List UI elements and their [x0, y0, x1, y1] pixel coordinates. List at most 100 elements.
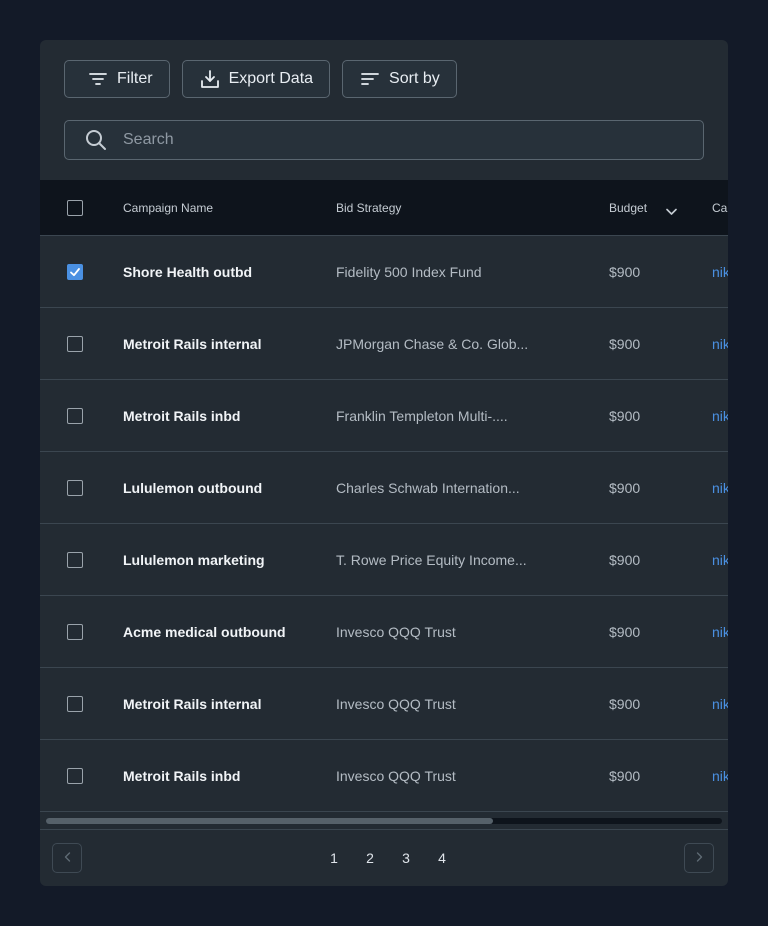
cell-campaign-link[interactable]: nik — [712, 236, 728, 308]
export-data-button[interactable]: Export Data — [181, 60, 331, 98]
pagination-divider — [40, 829, 728, 830]
row-checkbox[interactable] — [67, 336, 83, 352]
cell-campaign-link-text: nik — [712, 480, 728, 496]
column-header-bid-strategy[interactable]: Bid Strategy — [336, 180, 401, 236]
cell-bid-strategy: Invesco QQQ Trust — [336, 740, 546, 812]
sort-by-button[interactable]: Sort by — [342, 60, 457, 98]
cell-campaign-link[interactable]: nik — [712, 380, 728, 452]
table-row[interactable]: Shore Health outbd Fidelity 500 Index Fun… — [40, 236, 728, 308]
cell-campaign-link[interactable]: nik — [712, 524, 728, 596]
cell-campaign-link-text: nik — [712, 552, 728, 568]
cell-campaign-name: Acme medical outbound — [123, 596, 293, 668]
cell-bid-strategy: JPMorgan Chase & Co. Glob... — [336, 308, 546, 380]
cell-bid-strategy-text: Invesco QQQ Trust — [336, 624, 456, 640]
search-input[interactable] — [121, 120, 703, 160]
cell-budget-text: $900 — [609, 696, 641, 712]
column-header-campaign-name[interactable]: Campaign Name — [123, 180, 213, 236]
cell-bid-strategy: Invesco QQQ Trust — [336, 596, 546, 668]
cell-budget: $900 — [609, 596, 689, 668]
campaigns-card: Filter Export Data Sort by Campaign Name… — [40, 40, 728, 886]
horizontal-scrollbar[interactable] — [46, 818, 722, 824]
search-box — [64, 120, 704, 160]
row-checkbox[interactable] — [67, 696, 83, 712]
row-checkbox[interactable] — [67, 768, 83, 784]
row-checkbox[interactable] — [67, 552, 83, 568]
cell-bid-strategy-text: Fidelity 500 Index Fund — [336, 264, 482, 280]
cell-bid-strategy: Fidelity 500 Index Fund — [336, 236, 546, 308]
cell-budget: $900 — [609, 236, 689, 308]
table-row[interactable]: Acme medical outbound Invesco QQQ Trust $9… — [40, 596, 728, 668]
table-header: Campaign Name Bid Strategy Budget Ca — [40, 180, 728, 236]
scrollbar-thumb[interactable] — [46, 818, 493, 824]
cell-campaign-link-text: nik — [712, 768, 728, 784]
cell-budget-text: $900 — [609, 480, 641, 496]
cell-campaign-link[interactable]: nik — [712, 668, 728, 740]
cell-campaign-name: Metroit Rails inbd — [123, 380, 293, 452]
cell-bid-strategy-text: Invesco QQQ Trust — [336, 768, 456, 784]
cell-campaign-name: Shore Health outbd — [123, 236, 293, 308]
cell-campaign-name-text: Metroit Rails inbd — [123, 768, 241, 784]
checkmark-icon — [70, 268, 80, 277]
next-page-button[interactable] — [684, 843, 714, 873]
cell-budget-text: $900 — [609, 768, 641, 784]
table-row[interactable]: Metroit Rails inbd Invesco QQQ Trust $900 n… — [40, 740, 728, 812]
page-number[interactable]: 4 — [424, 850, 460, 866]
cell-budget: $900 — [609, 452, 689, 524]
cell-budget-text: $900 — [609, 336, 641, 352]
cell-budget: $900 — [609, 308, 689, 380]
filter-button[interactable]: Filter — [64, 60, 170, 98]
table-row[interactable]: Lululemon outbound Charles Schwab Interna… — [40, 452, 728, 524]
cell-campaign-link-text: nik — [712, 696, 728, 712]
cell-campaign-link-text: nik — [712, 624, 728, 640]
chevron-down-icon[interactable] — [666, 203, 677, 221]
select-all-checkbox[interactable] — [67, 200, 83, 216]
row-checkbox[interactable] — [67, 264, 83, 280]
chevron-left-icon — [64, 849, 71, 867]
cell-bid-strategy: Franklin Templeton Multi-.... — [336, 380, 546, 452]
column-header-budget-label: Budget — [609, 201, 648, 215]
cell-bid-strategy-text: Invesco QQQ Trust — [336, 696, 456, 712]
cell-campaign-name: Lululemon outbound — [123, 452, 293, 524]
sort-by-button-label: Sort by — [389, 70, 440, 87]
cell-campaign-link[interactable]: nik — [712, 740, 728, 812]
cell-bid-strategy: Invesco QQQ Trust — [336, 668, 546, 740]
cell-campaign-link[interactable]: nik — [712, 452, 728, 524]
table-row[interactable]: Metroit Rails inbd Franklin Templeton Mul… — [40, 380, 728, 452]
download-icon — [200, 70, 219, 88]
cell-budget-text: $900 — [609, 264, 641, 280]
page-number[interactable]: 3 — [388, 850, 424, 866]
sort-icon — [361, 72, 379, 86]
column-header-budget[interactable]: Budget — [609, 180, 647, 236]
cell-budget-text: $900 — [609, 624, 641, 640]
pagination-pages: 1234 — [316, 843, 460, 873]
row-checkbox[interactable] — [67, 408, 83, 424]
cell-bid-strategy-text: T. Rowe Price Equity Income... — [336, 552, 527, 568]
cell-budget: $900 — [609, 740, 689, 812]
cell-campaign-name-text: Metroit Rails inbd — [123, 408, 241, 424]
page-number[interactable]: 1 — [316, 850, 352, 866]
table-row[interactable]: Lululemon marketing T. Rowe Price Equity … — [40, 524, 728, 596]
toolbar: Filter Export Data Sort by — [64, 60, 457, 100]
cell-campaign-link[interactable]: nik — [712, 596, 728, 668]
cell-bid-strategy: T. Rowe Price Equity Income... — [336, 524, 546, 596]
filter-button-label: Filter — [117, 70, 153, 87]
cell-campaign-link-text: nik — [712, 336, 728, 352]
cell-campaign-link[interactable]: nik — [712, 308, 728, 380]
cell-bid-strategy-text: Franklin Templeton Multi-.... — [336, 408, 508, 424]
table-row[interactable]: Metroit Rails internal JPMorgan Chase & C… — [40, 308, 728, 380]
cell-budget-text: $900 — [609, 552, 641, 568]
cell-campaign-name-text: Metroit Rails internal — [123, 336, 262, 352]
row-checkbox[interactable] — [67, 480, 83, 496]
cell-bid-strategy: Charles Schwab Internation... — [336, 452, 546, 524]
cell-campaign-name: Metroit Rails internal — [123, 308, 293, 380]
search-icon — [85, 129, 107, 151]
cell-campaign-name: Lululemon marketing — [123, 524, 293, 596]
table-row[interactable]: Metroit Rails internal Invesco QQQ Trust $… — [40, 668, 728, 740]
row-checkbox[interactable] — [67, 624, 83, 640]
page-number[interactable]: 2 — [352, 850, 388, 866]
column-header-campaign[interactable]: Ca — [712, 180, 727, 236]
cell-budget: $900 — [609, 524, 689, 596]
previous-page-button[interactable] — [52, 843, 82, 873]
cell-campaign-name-text: Metroit Rails internal — [123, 696, 262, 712]
cell-bid-strategy-text: Charles Schwab Internation... — [336, 480, 520, 496]
